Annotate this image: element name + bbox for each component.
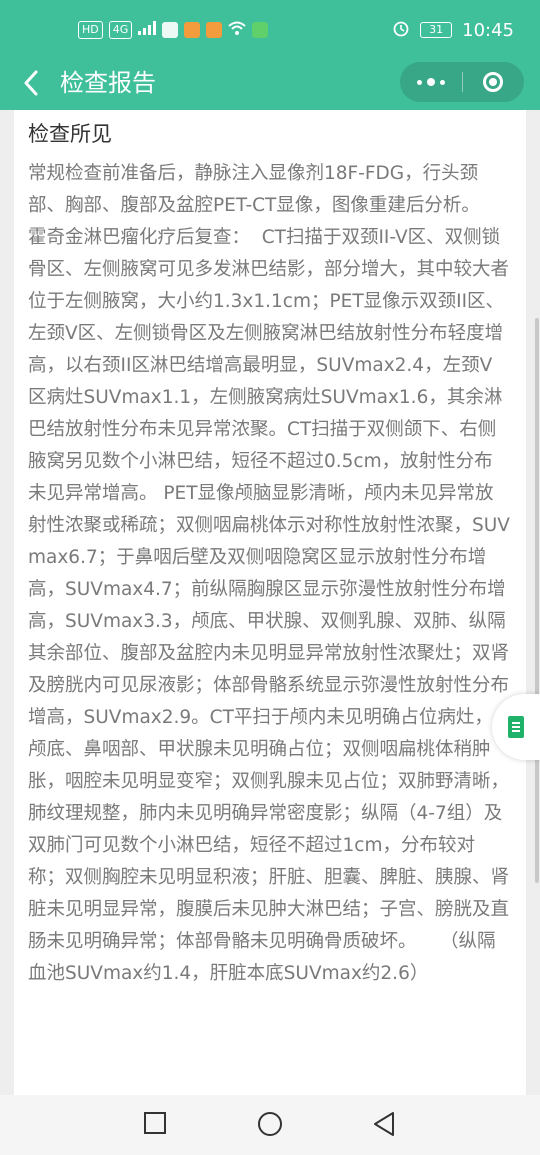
battery-icon: 31 (420, 22, 453, 38)
chevron-left-icon (24, 70, 38, 96)
circle-home-icon (258, 1112, 282, 1136)
recents-button[interactable] (143, 1111, 167, 1139)
triangle-back-icon (374, 1112, 394, 1136)
miniprogram-capsule (400, 62, 524, 102)
report-card: 检查所见 常规检查前准备后，静脉注入显像剂18F-FDG，行头颈部、胸部、腹部及… (14, 110, 526, 1095)
back-button[interactable] (16, 66, 46, 100)
clock-time: 10:45 (462, 19, 514, 41)
more-menu-button[interactable] (400, 62, 462, 102)
app-header: HD 4G 31 10:45 检查报告 (0, 0, 540, 110)
video-app-icon (184, 21, 201, 38)
nav-bar: 检查报告 (0, 56, 540, 110)
wechat-icon (162, 21, 179, 38)
more-dots-icon (416, 78, 445, 86)
system-nav-bar (0, 1095, 540, 1155)
scrollbar[interactable] (535, 318, 539, 883)
document-icon (508, 716, 524, 738)
status-right-icons: 31 10:45 (392, 19, 514, 41)
close-miniprogram-button[interactable] (462, 62, 524, 102)
status-left-icons: HD 4G (78, 20, 269, 39)
status-bar: HD 4G 31 10:45 (0, 12, 540, 50)
findings-text: 常规检查前准备后，静脉注入显像剂18F-FDG，行头颈部、胸部、腹部及盆腔PET… (28, 163, 527, 984)
taobao-icon (206, 21, 223, 38)
section-title: 检查所见 (28, 122, 112, 146)
wifi-icon (228, 20, 246, 39)
back-nav-button[interactable] (372, 1111, 396, 1141)
play-app-icon (252, 21, 269, 38)
alarm-icon (392, 19, 410, 41)
page-title: 检查报告 (60, 69, 156, 97)
hd-badge: HD (78, 20, 103, 39)
square-recents-icon (144, 1112, 166, 1134)
target-circle-icon (483, 72, 504, 92)
home-button[interactable] (257, 1111, 283, 1141)
signal-icon (138, 20, 157, 39)
network-badge: 4G (108, 20, 133, 39)
